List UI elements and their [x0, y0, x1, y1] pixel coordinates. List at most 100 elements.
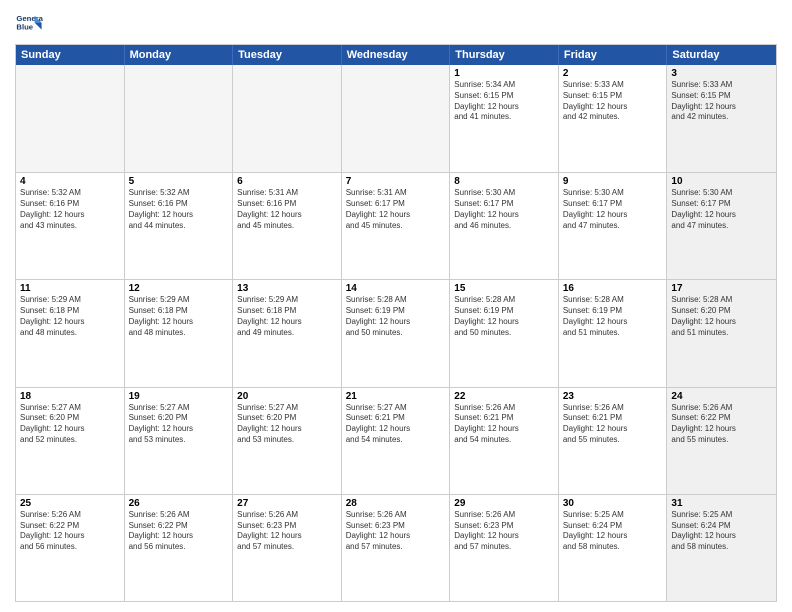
header: General Blue [15, 10, 777, 38]
day-info: Sunrise: 5:34 AMSunset: 6:15 PMDaylight:… [454, 80, 554, 123]
day-info: Sunrise: 5:27 AMSunset: 6:20 PMDaylight:… [237, 403, 337, 446]
day-info: Sunrise: 5:26 AMSunset: 6:23 PMDaylight:… [346, 510, 446, 553]
day-info: Sunrise: 5:25 AMSunset: 6:24 PMDaylight:… [671, 510, 772, 553]
day-cell-16: 16Sunrise: 5:28 AMSunset: 6:19 PMDayligh… [559, 280, 668, 386]
day-cell-1: 1Sunrise: 5:34 AMSunset: 6:15 PMDaylight… [450, 65, 559, 172]
empty-cell [233, 65, 342, 172]
day-info: Sunrise: 5:33 AMSunset: 6:15 PMDaylight:… [563, 80, 663, 123]
day-cell-15: 15Sunrise: 5:28 AMSunset: 6:19 PMDayligh… [450, 280, 559, 386]
day-cell-8: 8Sunrise: 5:30 AMSunset: 6:17 PMDaylight… [450, 173, 559, 279]
day-cell-9: 9Sunrise: 5:30 AMSunset: 6:17 PMDaylight… [559, 173, 668, 279]
day-number: 8 [454, 176, 554, 187]
day-number: 14 [346, 283, 446, 294]
day-cell-7: 7Sunrise: 5:31 AMSunset: 6:17 PMDaylight… [342, 173, 451, 279]
day-cell-22: 22Sunrise: 5:26 AMSunset: 6:21 PMDayligh… [450, 388, 559, 494]
day-cell-30: 30Sunrise: 5:25 AMSunset: 6:24 PMDayligh… [559, 495, 668, 601]
day-info: Sunrise: 5:26 AMSunset: 6:22 PMDaylight:… [129, 510, 229, 553]
week-row-3: 11Sunrise: 5:29 AMSunset: 6:18 PMDayligh… [16, 279, 776, 386]
header-day-sunday: Sunday [16, 45, 125, 65]
day-cell-29: 29Sunrise: 5:26 AMSunset: 6:23 PMDayligh… [450, 495, 559, 601]
header-day-wednesday: Wednesday [342, 45, 451, 65]
day-number: 23 [563, 391, 663, 402]
week-row-5: 25Sunrise: 5:26 AMSunset: 6:22 PMDayligh… [16, 494, 776, 601]
day-cell-4: 4Sunrise: 5:32 AMSunset: 6:16 PMDaylight… [16, 173, 125, 279]
day-info: Sunrise: 5:26 AMSunset: 6:23 PMDaylight:… [237, 510, 337, 553]
day-info: Sunrise: 5:26 AMSunset: 6:21 PMDaylight:… [563, 403, 663, 446]
day-cell-21: 21Sunrise: 5:27 AMSunset: 6:21 PMDayligh… [342, 388, 451, 494]
day-number: 16 [563, 283, 663, 294]
day-cell-20: 20Sunrise: 5:27 AMSunset: 6:20 PMDayligh… [233, 388, 342, 494]
day-info: Sunrise: 5:28 AMSunset: 6:19 PMDaylight:… [454, 295, 554, 338]
day-info: Sunrise: 5:27 AMSunset: 6:20 PMDaylight:… [20, 403, 120, 446]
week-row-2: 4 Sunrise: 5:32 AMSunset: 6:16 PMDaylight… [16, 172, 776, 279]
header-day-tuesday: Tuesday [233, 45, 342, 65]
day-number: 15 [454, 283, 554, 294]
day-info: Sunrise: 5:26 AMSunset: 6:22 PMDaylight:… [671, 403, 772, 446]
day-info: Sunrise: 5:29 AMSunset: 6:18 PMDaylight:… [20, 295, 120, 338]
logo-icon: General Blue [15, 10, 43, 38]
day-info: Sunrise: 5:26 AMSunset: 6:22 PMDaylight:… [20, 510, 120, 553]
day-cell-6: 6Sunrise: 5:31 AMSunset: 6:16 PMDaylight… [233, 173, 342, 279]
day-info: Sunrise: 5:27 AMSunset: 6:20 PMDaylight:… [129, 403, 229, 446]
day-number: 27 [237, 498, 337, 509]
day-cell-5: 5Sunrise: 5:32 AMSunset: 6:16 PMDaylight… [125, 173, 234, 279]
day-number: 10 [671, 176, 772, 187]
day-info: Sunrise: 5:33 AMSunset: 6:15 PMDaylight:… [671, 80, 772, 123]
day-cell-28: 28Sunrise: 5:26 AMSunset: 6:23 PMDayligh… [342, 495, 451, 601]
svg-text:Blue: Blue [16, 23, 33, 32]
day-info: Sunrise: 5:28 AMSunset: 6:19 PMDaylight:… [563, 295, 663, 338]
day-cell-18: 18Sunrise: 5:27 AMSunset: 6:20 PMDayligh… [16, 388, 125, 494]
day-info: Sunrise: 5:30 AMSunset: 6:17 PMDaylight:… [563, 188, 663, 231]
day-number: 6 [237, 176, 337, 187]
day-cell-10: 10Sunrise: 5:30 AMSunset: 6:17 PMDayligh… [667, 173, 776, 279]
day-info: Sunrise: 5:28 AMSunset: 6:19 PMDaylight:… [346, 295, 446, 338]
day-cell-27: 27Sunrise: 5:26 AMSunset: 6:23 PMDayligh… [233, 495, 342, 601]
calendar: SundayMondayTuesdayWednesdayThursdayFrid… [15, 44, 777, 602]
day-cell-14: 14Sunrise: 5:28 AMSunset: 6:19 PMDayligh… [342, 280, 451, 386]
day-cell-12: 12Sunrise: 5:29 AMSunset: 6:18 PMDayligh… [125, 280, 234, 386]
day-cell-23: 23Sunrise: 5:26 AMSunset: 6:21 PMDayligh… [559, 388, 668, 494]
day-info: Sunrise: 5:32 AMSunset: 6:16 PMDaylight:… [129, 188, 229, 231]
logo: General Blue [15, 10, 47, 38]
week-row-1: 1Sunrise: 5:34 AMSunset: 6:15 PMDaylight… [16, 65, 776, 172]
day-number: 11 [20, 283, 120, 294]
day-number: 18 [20, 391, 120, 402]
day-number: 25 [20, 498, 120, 509]
day-info: Sunrise: 5:30 AMSunset: 6:17 PMDaylight:… [454, 188, 554, 231]
day-info: Sunrise: 5:27 AMSunset: 6:21 PMDaylight:… [346, 403, 446, 446]
day-number: 29 [454, 498, 554, 509]
day-number: 28 [346, 498, 446, 509]
day-cell-26: 26Sunrise: 5:26 AMSunset: 6:22 PMDayligh… [125, 495, 234, 601]
day-number: 5 [129, 176, 229, 187]
header-day-friday: Friday [559, 45, 668, 65]
day-cell-17: 17Sunrise: 5:28 AMSunset: 6:20 PMDayligh… [667, 280, 776, 386]
day-cell-2: 2Sunrise: 5:33 AMSunset: 6:15 PMDaylight… [559, 65, 668, 172]
day-number: 26 [129, 498, 229, 509]
empty-cell [125, 65, 234, 172]
day-info: Sunrise: 5:28 AMSunset: 6:20 PMDaylight:… [671, 295, 772, 338]
day-cell-11: 11Sunrise: 5:29 AMSunset: 6:18 PMDayligh… [16, 280, 125, 386]
day-number: 4 [20, 176, 120, 187]
calendar-body: 1Sunrise: 5:34 AMSunset: 6:15 PMDaylight… [16, 65, 776, 601]
day-info: Sunrise: 5:29 AMSunset: 6:18 PMDaylight:… [129, 295, 229, 338]
day-number: 30 [563, 498, 663, 509]
day-number: 22 [454, 391, 554, 402]
empty-cell [342, 65, 451, 172]
day-number: 9 [563, 176, 663, 187]
week-row-4: 18Sunrise: 5:27 AMSunset: 6:20 PMDayligh… [16, 387, 776, 494]
day-number: 24 [671, 391, 772, 402]
day-number: 13 [237, 283, 337, 294]
day-number: 20 [237, 391, 337, 402]
day-number: 1 [454, 68, 554, 79]
day-number: 3 [671, 68, 772, 79]
day-number: 2 [563, 68, 663, 79]
page: General Blue SundayMondayTuesdayWednesda… [0, 0, 792, 612]
day-info: Sunrise: 5:31 AMSunset: 6:17 PMDaylight:… [346, 188, 446, 231]
day-cell-24: 24Sunrise: 5:26 AMSunset: 6:22 PMDayligh… [667, 388, 776, 494]
day-number: 17 [671, 283, 772, 294]
day-cell-19: 19Sunrise: 5:27 AMSunset: 6:20 PMDayligh… [125, 388, 234, 494]
empty-cell [16, 65, 125, 172]
header-day-saturday: Saturday [667, 45, 776, 65]
day-info: Sunrise: 5:31 AMSunset: 6:16 PMDaylight:… [237, 188, 337, 231]
day-number: 31 [671, 498, 772, 509]
